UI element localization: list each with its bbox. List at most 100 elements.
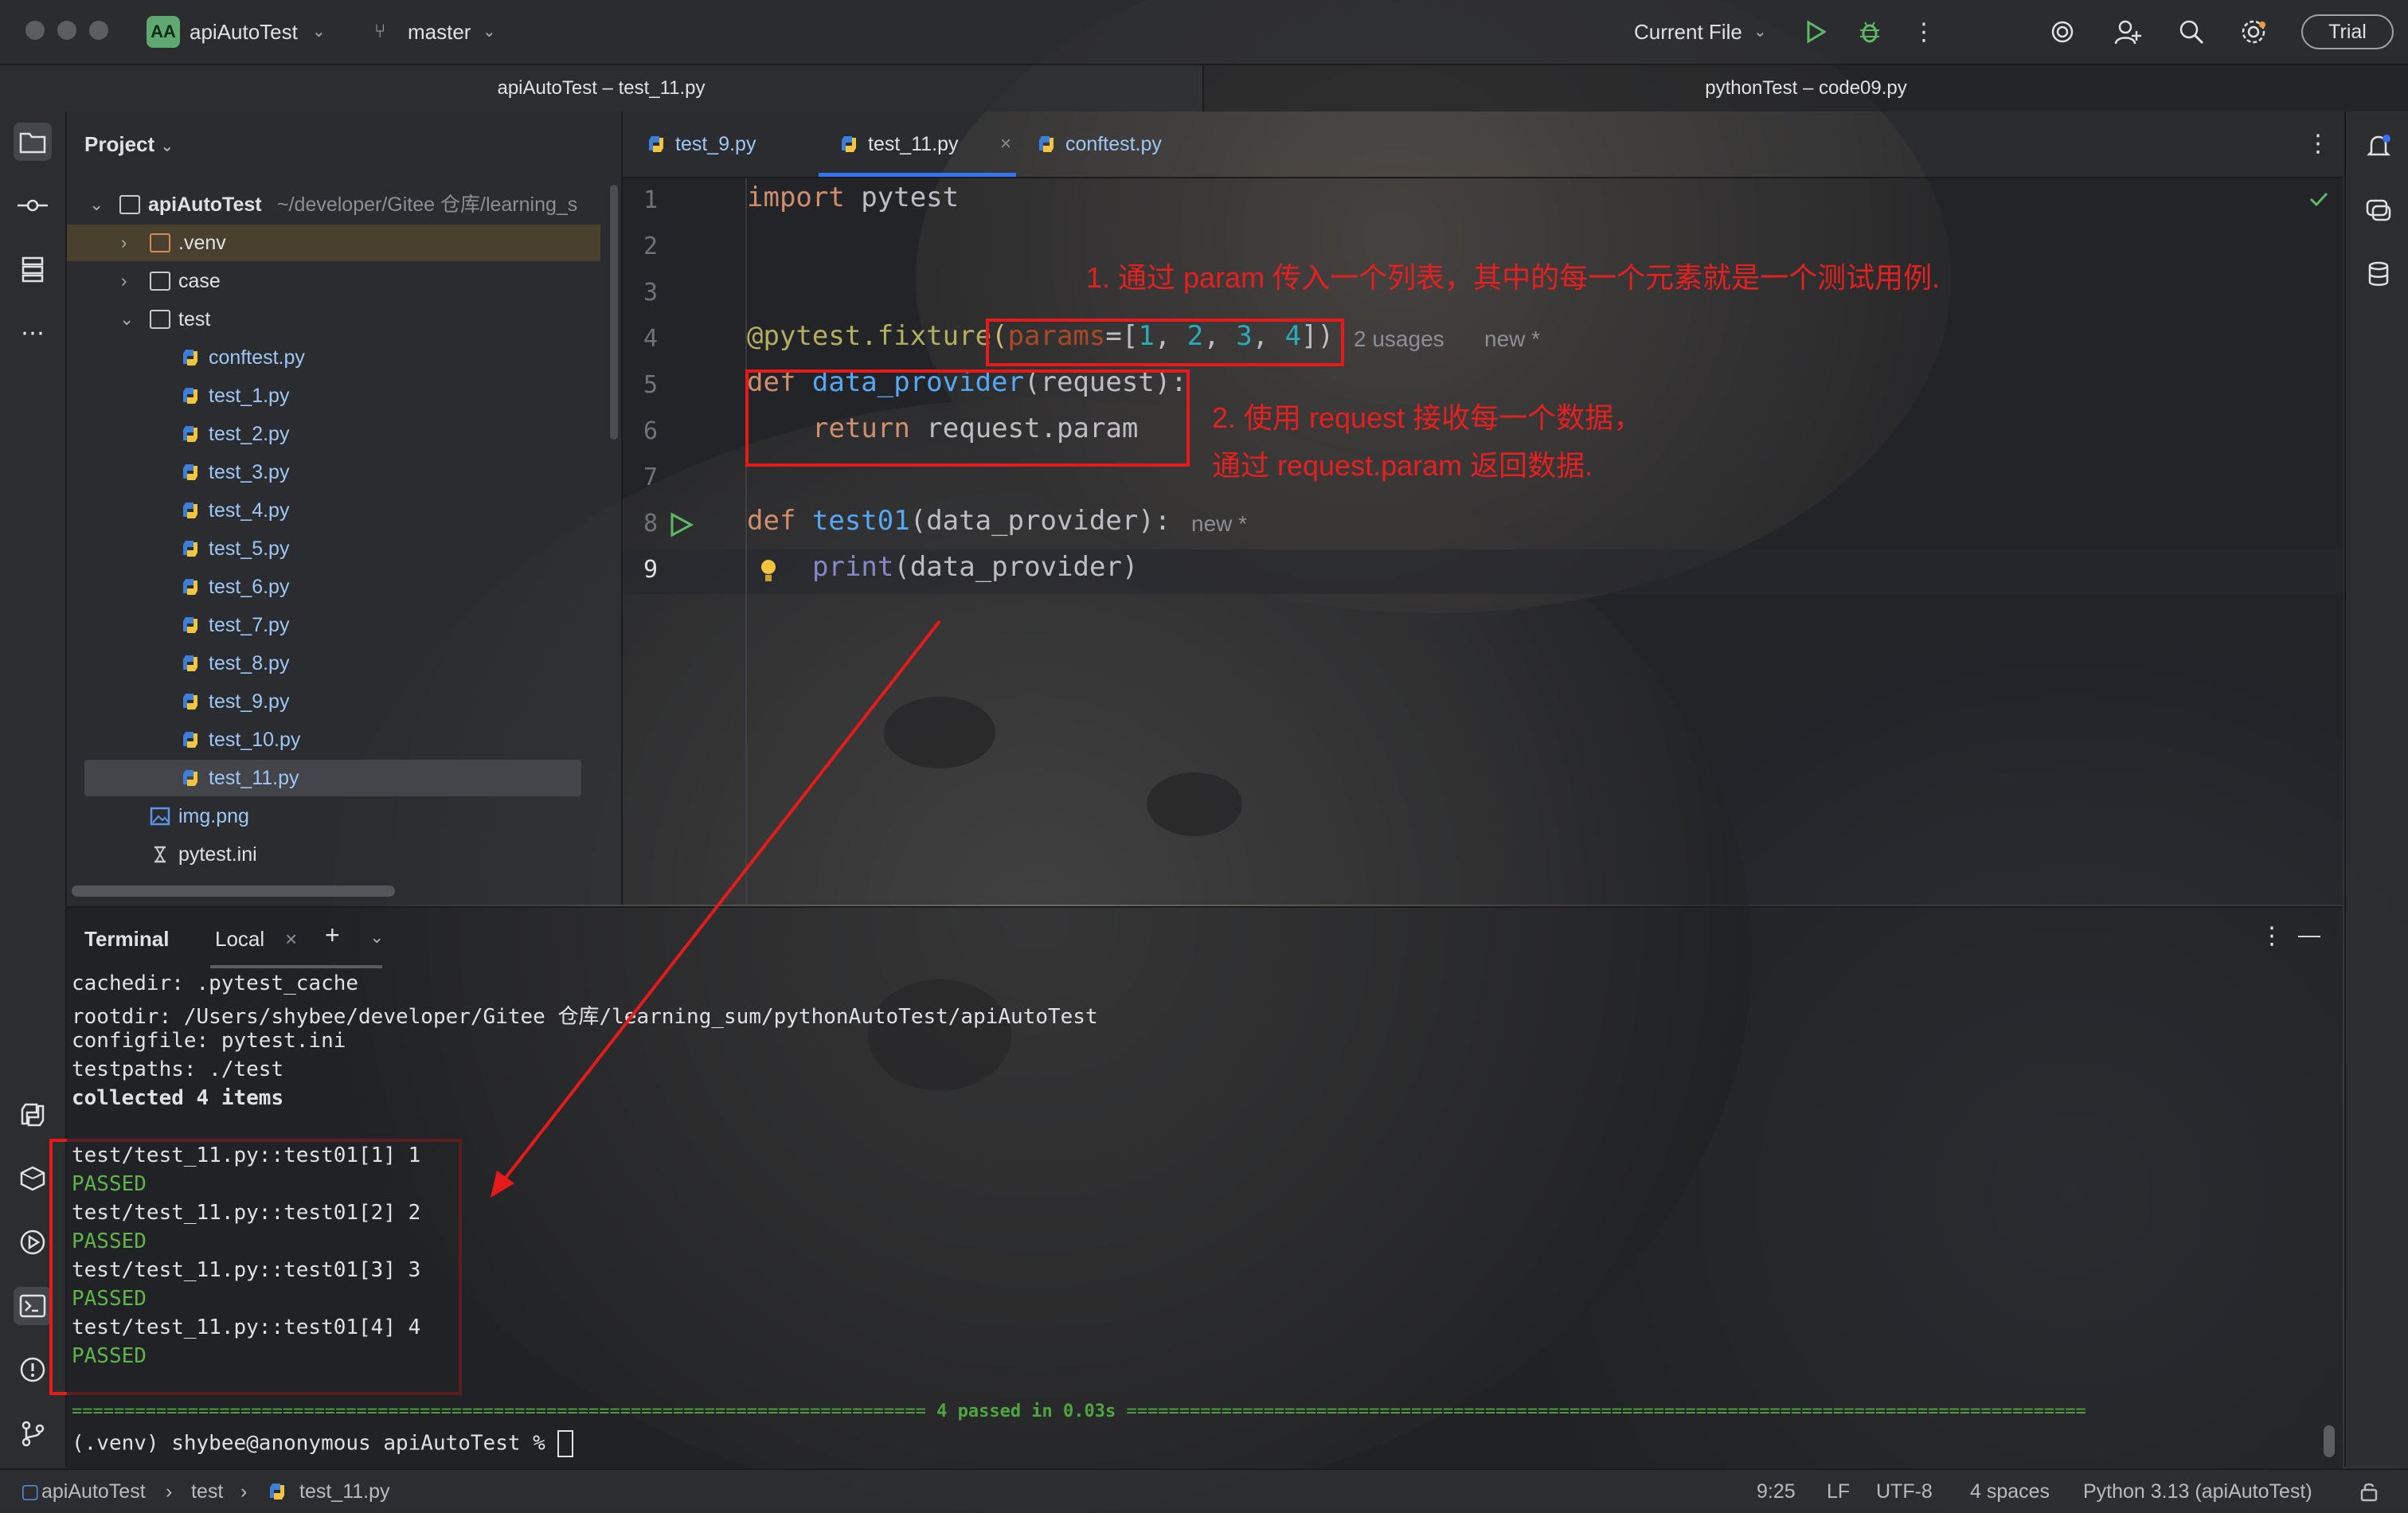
python-file-icon [183, 694, 197, 710]
tree-item-python-file[interactable]: test_9.py [67, 683, 608, 720]
chevron-down-icon[interactable]: ⌄ [119, 301, 135, 338]
python-packages-icon[interactable] [14, 1159, 52, 1198]
project-badge: AA [147, 16, 180, 48]
chevron-right-icon[interactable]: › [121, 263, 137, 299]
run-icon[interactable] [1800, 16, 1831, 48]
branch-chevron-down-icon[interactable]: ⌄ [483, 0, 496, 64]
ai-chat-icon[interactable] [2359, 191, 2398, 229]
project-chevron-down-icon[interactable]: ⌄ [312, 0, 326, 64]
terminal-title[interactable]: Terminal [84, 927, 169, 952]
search-icon[interactable] [2175, 16, 2207, 48]
project-folder-icon[interactable] [14, 123, 52, 161]
window-tab-apiautotest[interactable]: apiAutoTest – test_11.py [0, 65, 1204, 111]
tree-item-python-file[interactable]: test_2.py [67, 416, 608, 452]
tree-item-img-png[interactable]: img.png [67, 798, 608, 835]
close-terminal-tab-icon[interactable]: × [285, 927, 297, 952]
project-switcher[interactable]: apiAutoTest [190, 0, 298, 64]
editor-more-icon[interactable]: ⋮ [2306, 111, 2330, 177]
line-ending[interactable]: LF [1827, 1470, 1850, 1513]
chevron-down-icon[interactable]: ⌄ [89, 186, 105, 223]
python-interpreter[interactable]: Python 3.13 (apiAutoTest) [2083, 1470, 2312, 1513]
terminal-chevron-down-icon[interactable]: ⌄ [369, 927, 384, 948]
git-icon[interactable] [14, 1414, 52, 1452]
pytest-summary-line: ========================================… [72, 1402, 2086, 1421]
tree-item-python-file[interactable]: test_1.py [67, 377, 608, 414]
minimize-panel-icon[interactable]: — [2298, 922, 2320, 948]
folder-icon [119, 195, 140, 214]
tree-item-python-file[interactable]: test_11.py [67, 760, 608, 796]
tree-item-python-file[interactable]: test_4.py [67, 492, 608, 529]
breadcrumb-folder[interactable]: test [191, 1470, 223, 1513]
window-zoom-button[interactable] [89, 21, 108, 40]
terminal-icon[interactable] [14, 1287, 52, 1325]
new-terminal-plus-icon[interactable]: + [325, 921, 340, 950]
terminal-tab-local[interactable]: Local [215, 927, 264, 952]
lock-icon[interactable] [2359, 1481, 2379, 1502]
lightbulb-icon[interactable] [756, 556, 780, 588]
project-panel-title[interactable]: Project ⌄ [84, 132, 174, 157]
tree-item-python-file[interactable]: conftest.py [67, 339, 608, 376]
debug-icon[interactable] [1854, 16, 1886, 48]
more-tools-icon[interactable]: ⋯ [14, 314, 52, 352]
run-configuration-select[interactable]: Current File [1634, 0, 1742, 64]
project-panel: Project ⌄ ⌄ apiAutoTest ~/developer/Gite… [67, 111, 623, 905]
terminal-scrollbar[interactable] [2324, 1425, 2335, 1457]
test-result-name: test/test_11.py::test01[1] 1 [72, 1144, 421, 1167]
python-console-icon[interactable] [14, 1096, 52, 1134]
services-run-icon[interactable] [14, 1223, 52, 1261]
python-file-icon [183, 579, 197, 595]
add-user-icon[interactable] [2112, 16, 2144, 48]
structure-icon[interactable] [14, 250, 52, 288]
tree-item-python-file[interactable]: test_7.py [67, 607, 608, 643]
line-number: 1 [643, 186, 658, 214]
tree-item-python-file[interactable]: test_5.py [67, 530, 608, 567]
python-file-icon [183, 541, 197, 557]
shell-prompt[interactable]: (.venv) shybee@anonymous apiAutoTest % [72, 1430, 574, 1457]
tree-item-pytest-ini[interactable]: pytest.ini [67, 836, 608, 873]
file-encoding[interactable]: UTF-8 [1876, 1470, 1933, 1513]
tree-item-python-file[interactable]: test_8.py [67, 645, 608, 682]
trial-button[interactable]: Trial [2301, 14, 2394, 49]
commit-icon[interactable] [14, 186, 52, 225]
tree-root-apiautotest[interactable]: ⌄ apiAutoTest ~/developer/Gitee 仓库/learn… [67, 186, 608, 223]
tree-item-test[interactable]: ⌄ test [67, 301, 608, 338]
more-actions-icon[interactable]: ⋮ [1908, 16, 1940, 48]
run-gutter-icon[interactable] [667, 511, 694, 538]
window-minimize-button[interactable] [57, 21, 76, 40]
terminal-more-icon[interactable]: ⋮ [2260, 922, 2284, 950]
new-inlay-hint-line-8[interactable]: new * [1191, 511, 1247, 537]
window-close-button[interactable] [25, 21, 45, 40]
close-tab-icon[interactable]: × [1000, 111, 1011, 177]
tree-item-venv[interactable]: › .venv [67, 225, 608, 261]
ai-assistant-icon[interactable] [2046, 16, 2078, 48]
indent-setting[interactable]: 4 spaces [1970, 1470, 2050, 1513]
problems-icon[interactable] [14, 1351, 52, 1389]
branch-switcher[interactable]: master [408, 0, 471, 64]
tree-item-python-file[interactable]: test_6.py [67, 569, 608, 605]
breadcrumb-separator-icon: › [240, 1480, 248, 1503]
inspection-ok-check-icon[interactable] [2306, 186, 2332, 212]
tree-item-python-file[interactable]: test_10.py [67, 721, 608, 758]
window-tab-pythontest[interactable]: pythonTest – code09.py [1204, 65, 2408, 111]
settings-gear-icon[interactable] [2238, 16, 2269, 48]
terminal-line: testpaths: ./test [72, 1058, 284, 1081]
title-bar: AA apiAutoTest ⌄ ⑂ master ⌄ Current File… [0, 0, 2408, 65]
tree-item-case[interactable]: › case [67, 263, 608, 299]
usages-inlay-hint[interactable]: 2 usages [1354, 326, 1444, 352]
python-file-icon [183, 464, 197, 480]
vertical-scrollbar[interactable] [610, 185, 618, 440]
database-icon[interactable] [2359, 255, 2398, 293]
project-view-chevron-down-icon[interactable]: ⌄ [160, 138, 174, 155]
run-config-chevron-down-icon[interactable]: ⌄ [1753, 0, 1767, 64]
notifications-bell-icon[interactable] [2359, 127, 2398, 166]
chevron-right-icon[interactable]: › [121, 225, 137, 261]
breadcrumb-project[interactable]: apiAutoTest [41, 1470, 146, 1513]
branch-icon: ⑂ [374, 21, 386, 42]
image-file-icon [150, 807, 170, 826]
breadcrumb-file[interactable]: test_11.py [299, 1470, 390, 1513]
new-inlay-hint[interactable]: new * [1484, 326, 1540, 352]
code-line-8: def test01(data_provider): [747, 505, 1171, 537]
caret-position[interactable]: 9:25 [1757, 1470, 1796, 1513]
horizontal-scrollbar[interactable] [72, 886, 395, 897]
tree-item-python-file[interactable]: test_3.py [67, 454, 608, 491]
